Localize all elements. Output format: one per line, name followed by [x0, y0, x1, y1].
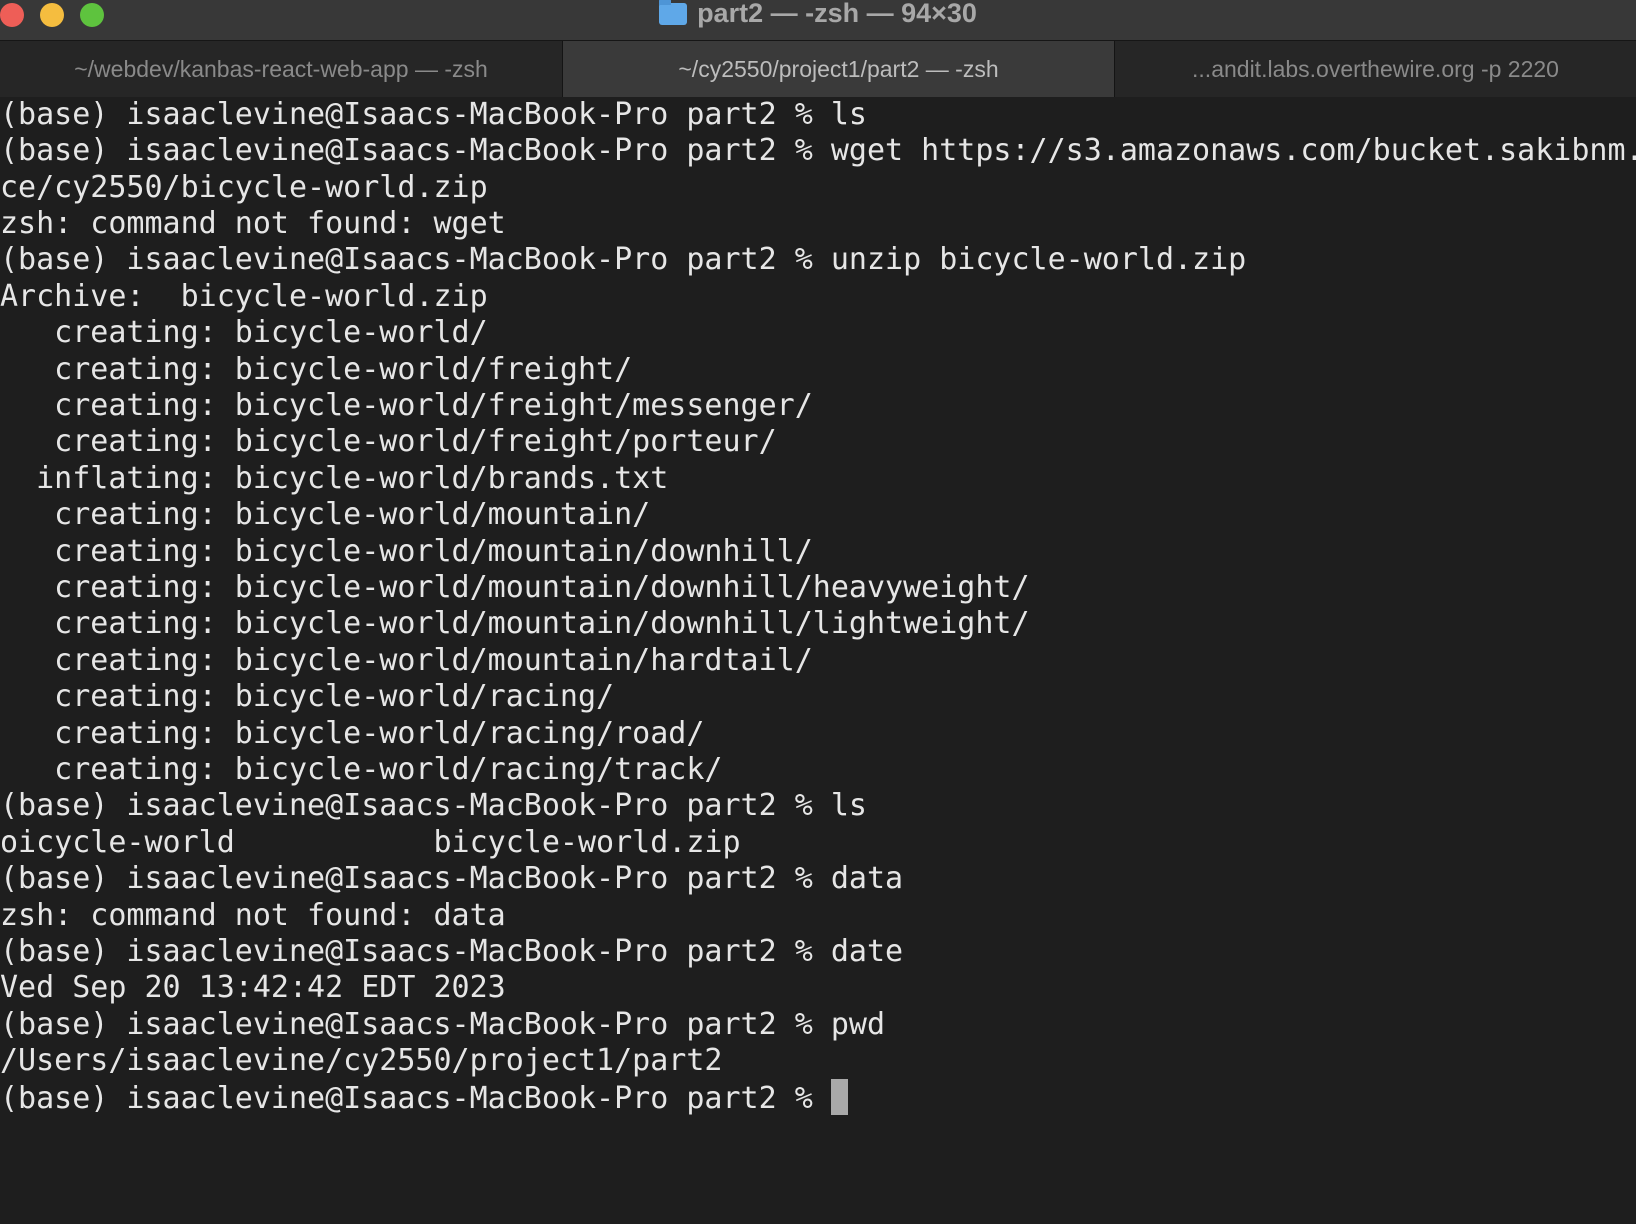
terminal-line: ce/cy2550/bicycle-world.zip: [0, 170, 488, 205]
tab-label: ...andit.labs.overthewire.org -p 2220: [1192, 56, 1559, 82]
terminal-line: creating: bicycle-world/mountain/hardtai…: [0, 643, 813, 678]
window-title: part2 — -zsh — 94×30: [0, 0, 1636, 28]
terminal-line: creating: bicycle-world/racing/: [0, 679, 615, 714]
terminal-line: (base) isaaclevine@Isaacs-MacBook-Pro pa…: [0, 788, 867, 823]
terminal-prompt-line[interactable]: (base) isaaclevine@Isaacs-MacBook-Pro pa…: [0, 1079, 1636, 1117]
terminal-line: (base) isaaclevine@Isaacs-MacBook-Pro pa…: [0, 1007, 886, 1042]
terminal-line: creating: bicycle-world/mountain/downhil…: [0, 570, 1030, 605]
prompt-text: (base) isaaclevine@Isaacs-MacBook-Pro pa…: [0, 1081, 831, 1116]
terminal-line: (base) isaaclevine@Isaacs-MacBook-Pro pa…: [0, 861, 904, 896]
terminal-line: creating: bicycle-world/freight/porteur/: [0, 424, 777, 459]
terminal-line: creating: bicycle-world/mountain/downhil…: [0, 606, 1030, 641]
terminal-line: inflating: bicycle-world/brands.txt: [0, 461, 669, 496]
tab-kanbas-react-web-app[interactable]: ~/webdev/kanbas-react-web-app — -zsh: [0, 41, 563, 97]
terminal-line: (base) isaaclevine@Isaacs-MacBook-Pro pa…: [0, 242, 1247, 277]
terminal-line: creating: bicycle-world/freight/messenge…: [0, 388, 813, 423]
terminal-line: creating: bicycle-world/freight/: [0, 352, 633, 387]
title-bar[interactable]: part2 — -zsh — 94×30: [0, 0, 1636, 41]
text-cursor: [830, 1079, 848, 1115]
terminal-line: creating: bicycle-world/racing/track/: [0, 752, 723, 787]
terminal-line: creating: bicycle-world/mountain/: [0, 497, 651, 532]
terminal-line: Ved Sep 20 13:42:42 EDT 2023: [0, 970, 506, 1005]
tab-part2-active[interactable]: ~/cy2550/project1/part2 — -zsh: [563, 41, 1115, 97]
terminal-window: part2 — -zsh — 94×30 ~/webdev/kanbas-rea…: [0, 0, 1636, 1224]
terminal-line: zsh: command not found: wget: [0, 206, 506, 241]
window-title-text: part2 — -zsh — 94×30: [697, 0, 977, 28]
tab-label: ~/webdev/kanbas-react-web-app — -zsh: [74, 56, 488, 82]
tab-bar: ~/webdev/kanbas-react-web-app — -zsh ~/c…: [0, 41, 1636, 97]
terminal-line: (base) isaaclevine@Isaacs-MacBook-Pro pa…: [0, 934, 904, 969]
terminal-line: creating: bicycle-world/racing/road/: [0, 716, 705, 751]
tab-overthewire-ssh[interactable]: ...andit.labs.overthewire.org -p 2220: [1115, 41, 1636, 97]
terminal-output[interactable]: (base) isaaclevine@Isaacs-MacBook-Pro pa…: [0, 99, 1636, 1224]
tab-label: ~/cy2550/project1/part2 — -zsh: [678, 56, 999, 82]
terminal-line: oicycle-world bicycle-world.zip: [0, 825, 741, 860]
terminal-line: Archive: bicycle-world.zip: [0, 279, 488, 314]
folder-icon: [659, 0, 688, 25]
terminal-line: creating: bicycle-world/: [0, 315, 488, 350]
terminal-line: (base) isaaclevine@Isaacs-MacBook-Pro pa…: [0, 99, 867, 132]
terminal-line: /Users/isaaclevine/cy2550/project1/part2: [0, 1043, 723, 1078]
terminal-line: creating: bicycle-world/mountain/downhil…: [0, 534, 813, 569]
terminal-line: zsh: command not found: data: [0, 898, 506, 933]
terminal-line: (base) isaaclevine@Isaacs-MacBook-Pro pa…: [0, 133, 1636, 168]
